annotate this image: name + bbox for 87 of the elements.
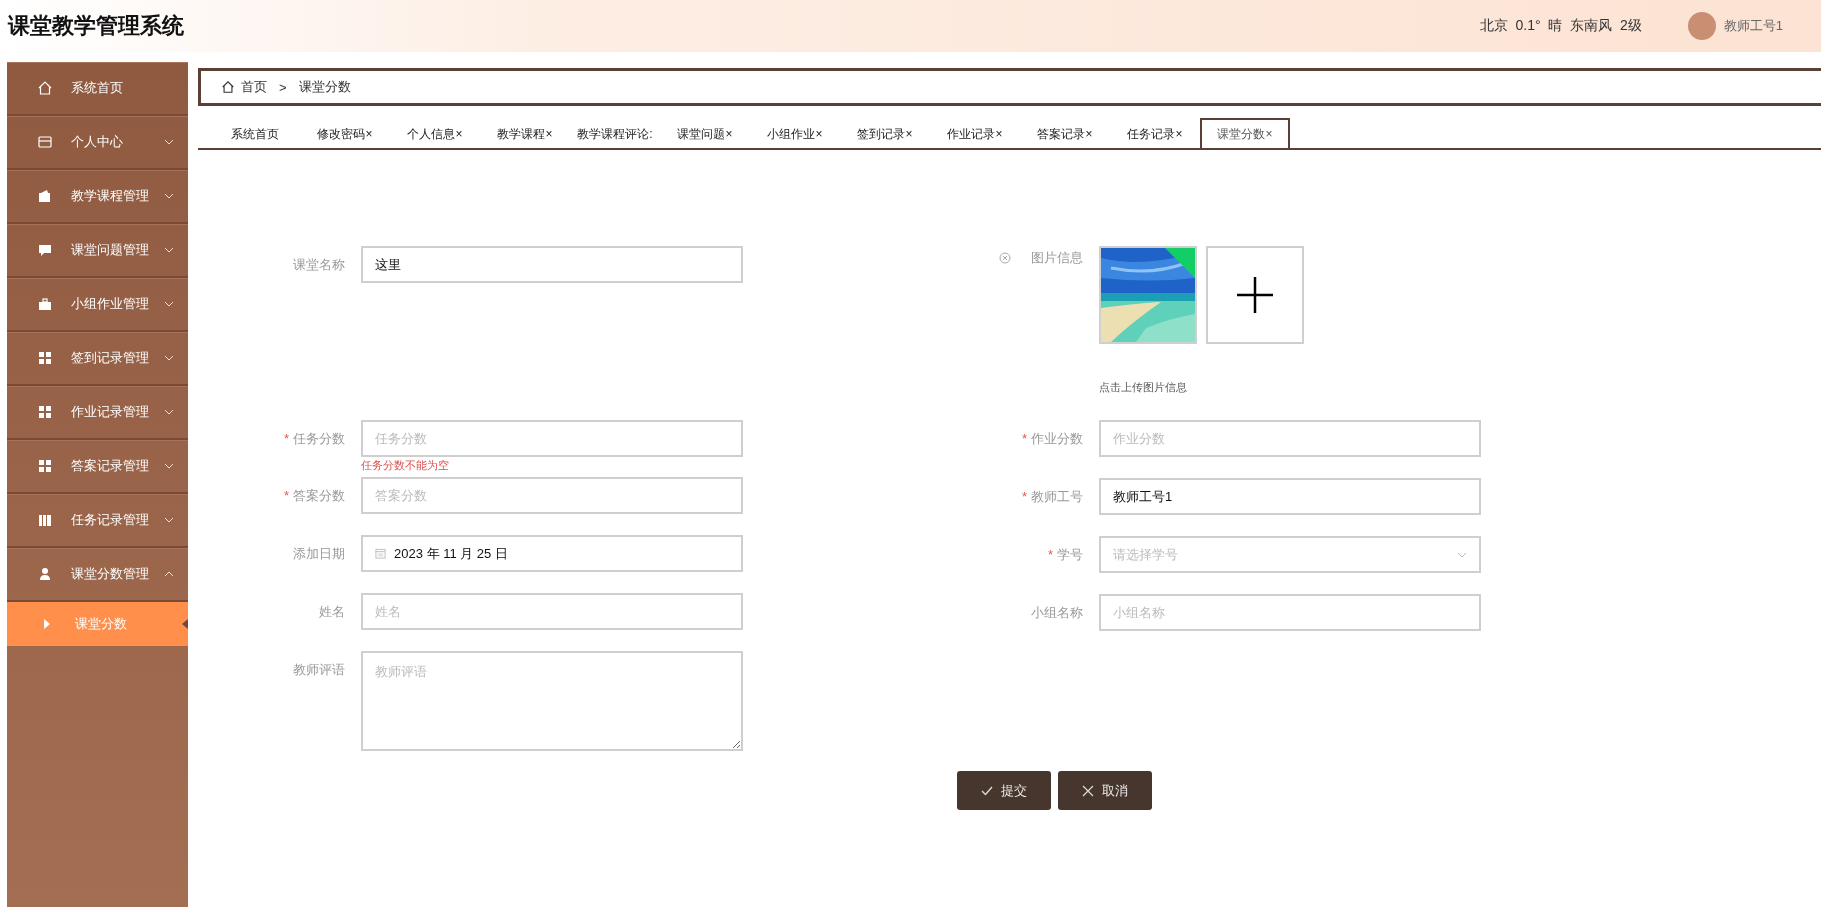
sidebar-item[interactable]: 作业记录管理 <box>7 386 188 440</box>
field-label: 作业分数 <box>1031 431 1083 446</box>
weather-text: 北京 0.1° 晴 东南风 2级 <box>1479 17 1642 35</box>
sidebar-label: 作业记录管理 <box>71 403 149 421</box>
field-label: 学号 <box>1057 547 1083 562</box>
sidebar-label: 签到记录管理 <box>71 349 149 367</box>
user-icon <box>37 566 53 582</box>
home-icon <box>37 80 53 96</box>
check-icon <box>981 784 993 797</box>
input-field[interactable]: 作业分数 <box>1099 420 1481 457</box>
error-message: 任务分数不能为空 <box>361 458 450 473</box>
app-title: 课堂教学管理系统 <box>8 12 184 40</box>
triangle-icon <box>44 619 50 629</box>
tab[interactable]: 课堂分数× <box>1200 118 1290 148</box>
tab[interactable]: 任务记录× <box>1110 120 1200 148</box>
grid-icon <box>37 404 53 420</box>
user-name[interactable]: 教师工号1 <box>1723 17 1783 35</box>
field-label: 姓名 <box>319 604 345 619</box>
briefcase-icon <box>37 296 53 312</box>
field-label: 图片信息 <box>1031 249 1083 267</box>
input-field[interactable]: 小组名称 <box>1099 594 1481 631</box>
sidebar-item[interactable]: 答案记录管理 <box>7 440 188 494</box>
input-field[interactable]: 姓名 <box>361 593 743 630</box>
field-label: 教师工号 <box>1031 489 1083 504</box>
chevron-down-icon <box>1457 551 1467 558</box>
tab[interactable]: 小组作业× <box>750 120 840 148</box>
required-mark: * <box>283 488 289 503</box>
input-field[interactable]: 任务分数 <box>361 420 743 457</box>
book-icon <box>37 512 53 528</box>
breadcrumb-separator: > <box>279 79 287 95</box>
sidebar-item[interactable]: 个人中心 <box>7 116 188 170</box>
sidebar-item[interactable]: 系统首页 <box>7 62 188 116</box>
upload-hint: 点击上传图片信息 <box>1099 380 1188 395</box>
field-label: 答案分数 <box>293 488 345 503</box>
plus-icon <box>1235 275 1275 315</box>
sidebar-item[interactable]: 任务记录管理 <box>7 494 188 548</box>
grid-icon <box>37 458 53 474</box>
breadcrumb-link[interactable]: 首页 <box>241 78 267 96</box>
required-mark: * <box>1047 547 1053 562</box>
tab[interactable]: 个人信息× <box>390 120 480 148</box>
breadcrumb-link[interactable]: 课堂分数 <box>298 78 351 96</box>
sidebar-item[interactable]: 小组作业管理 <box>7 278 188 332</box>
sidebar-label: 任务记录管理 <box>71 511 149 529</box>
tab[interactable]: 答案记录× <box>1020 120 1110 148</box>
home-icon <box>221 80 235 94</box>
sidebar-label: 课堂分数管理 <box>71 565 149 583</box>
sidebar-label: 小组作业管理 <box>71 295 149 313</box>
sidebar-label: 系统首页 <box>71 79 123 97</box>
avatar[interactable] <box>1687 12 1716 40</box>
upload-button[interactable] <box>1206 246 1304 344</box>
text-area[interactable]: 教师评语 <box>361 651 743 751</box>
field-label: 课堂名称 <box>293 257 345 272</box>
tab[interactable]: 教学课程× <box>480 120 570 148</box>
tab[interactable]: 修改密码× <box>300 120 390 148</box>
field-label: 任务分数 <box>293 431 345 446</box>
field-label: 教师评语 <box>293 662 345 677</box>
chat-icon <box>37 242 53 258</box>
date-field[interactable]: 2023 年 11 月 25 日 <box>361 535 743 572</box>
field-label: 添加日期 <box>293 546 345 561</box>
input-field[interactable]: 答案分数 <box>361 477 743 514</box>
required-mark: * <box>283 431 289 446</box>
sidebar-item[interactable]: 课堂问题管理 <box>7 224 188 278</box>
pointer-icon <box>182 619 188 629</box>
sidebar-item[interactable]: 签到记录管理 <box>7 332 188 386</box>
sidebar-label: 课堂问题管理 <box>71 241 149 259</box>
input-field[interactable]: 这里 <box>361 246 743 283</box>
cancel-button[interactable]: 取消 <box>1058 771 1152 810</box>
tab[interactable]: 作业记录× <box>930 120 1020 148</box>
sidebar-label: 答案记录管理 <box>71 457 149 475</box>
tab[interactable]: 课堂问题× <box>660 120 750 148</box>
close-icon <box>1082 784 1094 797</box>
grid-icon <box>37 350 53 366</box>
required-mark: * <box>1021 431 1027 446</box>
wallet-icon <box>37 188 53 204</box>
required-mark: * <box>1021 489 1027 504</box>
submit-button[interactable]: 提交 <box>957 771 1051 810</box>
remove-icon[interactable] <box>999 252 1011 264</box>
tab[interactable]: 系统首页 <box>210 120 300 148</box>
tab[interactable]: 签到记录× <box>840 120 930 148</box>
sidebar-item[interactable]: 教学课程管理 <box>7 170 188 224</box>
field-label: 小组名称 <box>1031 605 1083 620</box>
sidebar-label: 个人中心 <box>71 133 123 151</box>
calendar-icon <box>375 548 386 559</box>
input-field[interactable]: 教师工号1 <box>1099 478 1481 515</box>
sidebar-label: 教学课程管理 <box>71 187 149 205</box>
card-icon <box>37 134 53 150</box>
tab[interactable]: 教学课程评论: <box>570 120 660 148</box>
